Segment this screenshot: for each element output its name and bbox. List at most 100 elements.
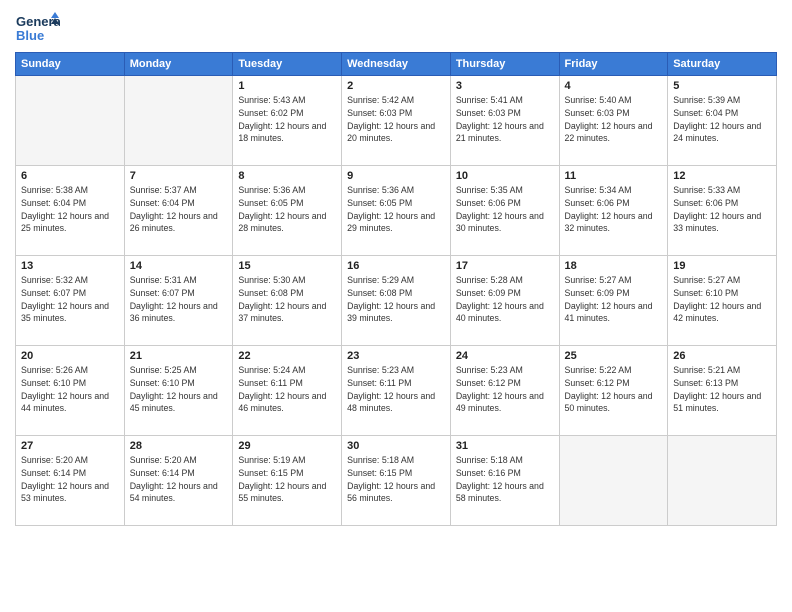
calendar-cell: 29 Sunrise: 5:19 AM Sunset: 6:15 PM Dayli… [233, 436, 342, 526]
day-info: Sunrise: 5:42 AM Sunset: 6:03 PM Dayligh… [347, 94, 445, 145]
day-number: 17 [456, 260, 554, 272]
day-info: Sunrise: 5:36 AM Sunset: 6:05 PM Dayligh… [238, 184, 336, 235]
weekday-header: Wednesday [342, 53, 451, 76]
day-info: Sunrise: 5:43 AM Sunset: 6:02 PM Dayligh… [238, 94, 336, 145]
day-info: Sunrise: 5:19 AM Sunset: 6:15 PM Dayligh… [238, 454, 336, 505]
day-info: Sunrise: 5:26 AM Sunset: 6:10 PM Dayligh… [21, 364, 119, 415]
day-number: 22 [238, 350, 336, 362]
day-info: Sunrise: 5:29 AM Sunset: 6:08 PM Dayligh… [347, 274, 445, 325]
calendar-week-row: 27Sunrise: 5:20 AM Sunset: 6:14 PM Dayli… [16, 436, 777, 526]
day-info: Sunrise: 5:21 AM Sunset: 6:13 PM Dayligh… [673, 364, 771, 415]
day-number: 23 [347, 350, 445, 362]
calendar-cell: 20 Sunrise: 5:26 AM Sunset: 6:10 PM Dayli… [16, 346, 125, 436]
day-number: 13 [21, 260, 119, 272]
calendar-cell: 4Sunrise: 5:40 AM Sunset: 6:03 PM Daylig… [559, 76, 668, 166]
calendar-cell: 22 Sunrise: 5:24 AM Sunset: 6:11 PM Dayli… [233, 346, 342, 436]
day-number: 8 [238, 170, 336, 182]
calendar-week-row: 13 Sunrise: 5:32 AM Sunset: 6:07 PM Dayli… [16, 256, 777, 346]
calendar-cell: 5 Sunrise: 5:39 AM Sunset: 6:04 PM Daylig… [668, 76, 777, 166]
day-info: Sunrise: 5:38 AM Sunset: 6:04 PM Dayligh… [21, 184, 119, 235]
day-number: 18 [565, 260, 663, 272]
day-number: 26 [673, 350, 771, 362]
day-info: Sunrise: 5:36 AM Sunset: 6:05 PM Dayligh… [347, 184, 445, 235]
day-number: 11 [565, 170, 663, 182]
day-number: 1 [238, 80, 336, 92]
day-info: Sunrise: 5:23 AM Sunset: 6:11 PM Dayligh… [347, 364, 445, 415]
calendar-cell: 15Sunrise: 5:30 AM Sunset: 6:08 PM Dayli… [233, 256, 342, 346]
calendar-cell: 31 Sunrise: 5:18 AM Sunset: 6:16 PM Dayli… [450, 436, 559, 526]
weekday-header: Sunday [16, 53, 125, 76]
logo: General Blue [15, 10, 60, 48]
logo-icon: General Blue [15, 10, 60, 48]
calendar-cell [124, 76, 233, 166]
day-info: Sunrise: 5:28 AM Sunset: 6:09 PM Dayligh… [456, 274, 554, 325]
calendar-cell: 8 Sunrise: 5:36 AM Sunset: 6:05 PM Daylig… [233, 166, 342, 256]
day-number: 21 [130, 350, 228, 362]
calendar-cell: 14 Sunrise: 5:31 AM Sunset: 6:07 PM Dayli… [124, 256, 233, 346]
day-info: Sunrise: 5:24 AM Sunset: 6:11 PM Dayligh… [238, 364, 336, 415]
calendar-cell [668, 436, 777, 526]
calendar-cell: 25 Sunrise: 5:22 AM Sunset: 6:12 PM Dayli… [559, 346, 668, 436]
day-number: 7 [130, 170, 228, 182]
day-number: 16 [347, 260, 445, 272]
day-info: Sunrise: 5:40 AM Sunset: 6:03 PM Dayligh… [565, 94, 663, 145]
day-info: Sunrise: 5:34 AM Sunset: 6:06 PM Dayligh… [565, 184, 663, 235]
calendar-cell: 12Sunrise: 5:33 AM Sunset: 6:06 PM Dayli… [668, 166, 777, 256]
calendar-cell: 19Sunrise: 5:27 AM Sunset: 6:10 PM Dayli… [668, 256, 777, 346]
calendar-cell: 1 Sunrise: 5:43 AM Sunset: 6:02 PM Daylig… [233, 76, 342, 166]
calendar-cell: 26 Sunrise: 5:21 AM Sunset: 6:13 PM Dayli… [668, 346, 777, 436]
day-number: 2 [347, 80, 445, 92]
day-number: 30 [347, 440, 445, 452]
weekday-header: Friday [559, 53, 668, 76]
day-info: Sunrise: 5:31 AM Sunset: 6:07 PM Dayligh… [130, 274, 228, 325]
calendar-table: SundayMondayTuesdayWednesdayThursdayFrid… [15, 52, 777, 526]
calendar-body: 1 Sunrise: 5:43 AM Sunset: 6:02 PM Daylig… [16, 76, 777, 526]
calendar-header: SundayMondayTuesdayWednesdayThursdayFrid… [16, 53, 777, 76]
calendar-cell: 3Sunrise: 5:41 AM Sunset: 6:03 PM Daylig… [450, 76, 559, 166]
calendar-cell: 24 Sunrise: 5:23 AM Sunset: 6:12 PM Dayli… [450, 346, 559, 436]
calendar-cell: 11 Sunrise: 5:34 AM Sunset: 6:06 PM Dayli… [559, 166, 668, 256]
calendar-cell: 23 Sunrise: 5:23 AM Sunset: 6:11 PM Dayli… [342, 346, 451, 436]
day-number: 3 [456, 80, 554, 92]
svg-text:Blue: Blue [16, 28, 44, 43]
calendar-cell: 16 Sunrise: 5:29 AM Sunset: 6:08 PM Dayli… [342, 256, 451, 346]
calendar-week-row: 6 Sunrise: 5:38 AM Sunset: 6:04 PM Daylig… [16, 166, 777, 256]
day-number: 14 [130, 260, 228, 272]
calendar-cell: 28 Sunrise: 5:20 AM Sunset: 6:14 PM Dayli… [124, 436, 233, 526]
day-number: 31 [456, 440, 554, 452]
day-number: 25 [565, 350, 663, 362]
day-number: 20 [21, 350, 119, 362]
weekday-header: Monday [124, 53, 233, 76]
day-info: Sunrise: 5:20 AM Sunset: 6:14 PM Dayligh… [21, 454, 119, 505]
day-info: Sunrise: 5:18 AM Sunset: 6:16 PM Dayligh… [456, 454, 554, 505]
weekday-row: SundayMondayTuesdayWednesdayThursdayFrid… [16, 53, 777, 76]
day-info: Sunrise: 5:25 AM Sunset: 6:10 PM Dayligh… [130, 364, 228, 415]
day-number: 5 [673, 80, 771, 92]
day-number: 24 [456, 350, 554, 362]
calendar-cell: 7Sunrise: 5:37 AM Sunset: 6:04 PM Daylig… [124, 166, 233, 256]
calendar-cell: 18Sunrise: 5:27 AM Sunset: 6:09 PM Dayli… [559, 256, 668, 346]
day-info: Sunrise: 5:20 AM Sunset: 6:14 PM Dayligh… [130, 454, 228, 505]
calendar-cell: 17 Sunrise: 5:28 AM Sunset: 6:09 PM Dayli… [450, 256, 559, 346]
calendar-week-row: 1 Sunrise: 5:43 AM Sunset: 6:02 PM Daylig… [16, 76, 777, 166]
day-info: Sunrise: 5:18 AM Sunset: 6:15 PM Dayligh… [347, 454, 445, 505]
day-info: Sunrise: 5:32 AM Sunset: 6:07 PM Dayligh… [21, 274, 119, 325]
day-number: 29 [238, 440, 336, 452]
day-info: Sunrise: 5:33 AM Sunset: 6:06 PM Dayligh… [673, 184, 771, 235]
calendar-cell: 21 Sunrise: 5:25 AM Sunset: 6:10 PM Dayli… [124, 346, 233, 436]
day-number: 28 [130, 440, 228, 452]
calendar-cell: 30 Sunrise: 5:18 AM Sunset: 6:15 PM Dayli… [342, 436, 451, 526]
calendar-cell [16, 76, 125, 166]
calendar-page: General Blue SundayMondayTuesdayWednesda… [0, 0, 792, 612]
calendar-cell [559, 436, 668, 526]
calendar-cell: 13 Sunrise: 5:32 AM Sunset: 6:07 PM Dayli… [16, 256, 125, 346]
day-info: Sunrise: 5:39 AM Sunset: 6:04 PM Dayligh… [673, 94, 771, 145]
day-number: 6 [21, 170, 119, 182]
day-info: Sunrise: 5:23 AM Sunset: 6:12 PM Dayligh… [456, 364, 554, 415]
day-info: Sunrise: 5:22 AM Sunset: 6:12 PM Dayligh… [565, 364, 663, 415]
calendar-cell: 6 Sunrise: 5:38 AM Sunset: 6:04 PM Daylig… [16, 166, 125, 256]
calendar-cell: 2 Sunrise: 5:42 AM Sunset: 6:03 PM Daylig… [342, 76, 451, 166]
day-number: 9 [347, 170, 445, 182]
weekday-header: Saturday [668, 53, 777, 76]
day-info: Sunrise: 5:30 AM Sunset: 6:08 PM Dayligh… [238, 274, 336, 325]
